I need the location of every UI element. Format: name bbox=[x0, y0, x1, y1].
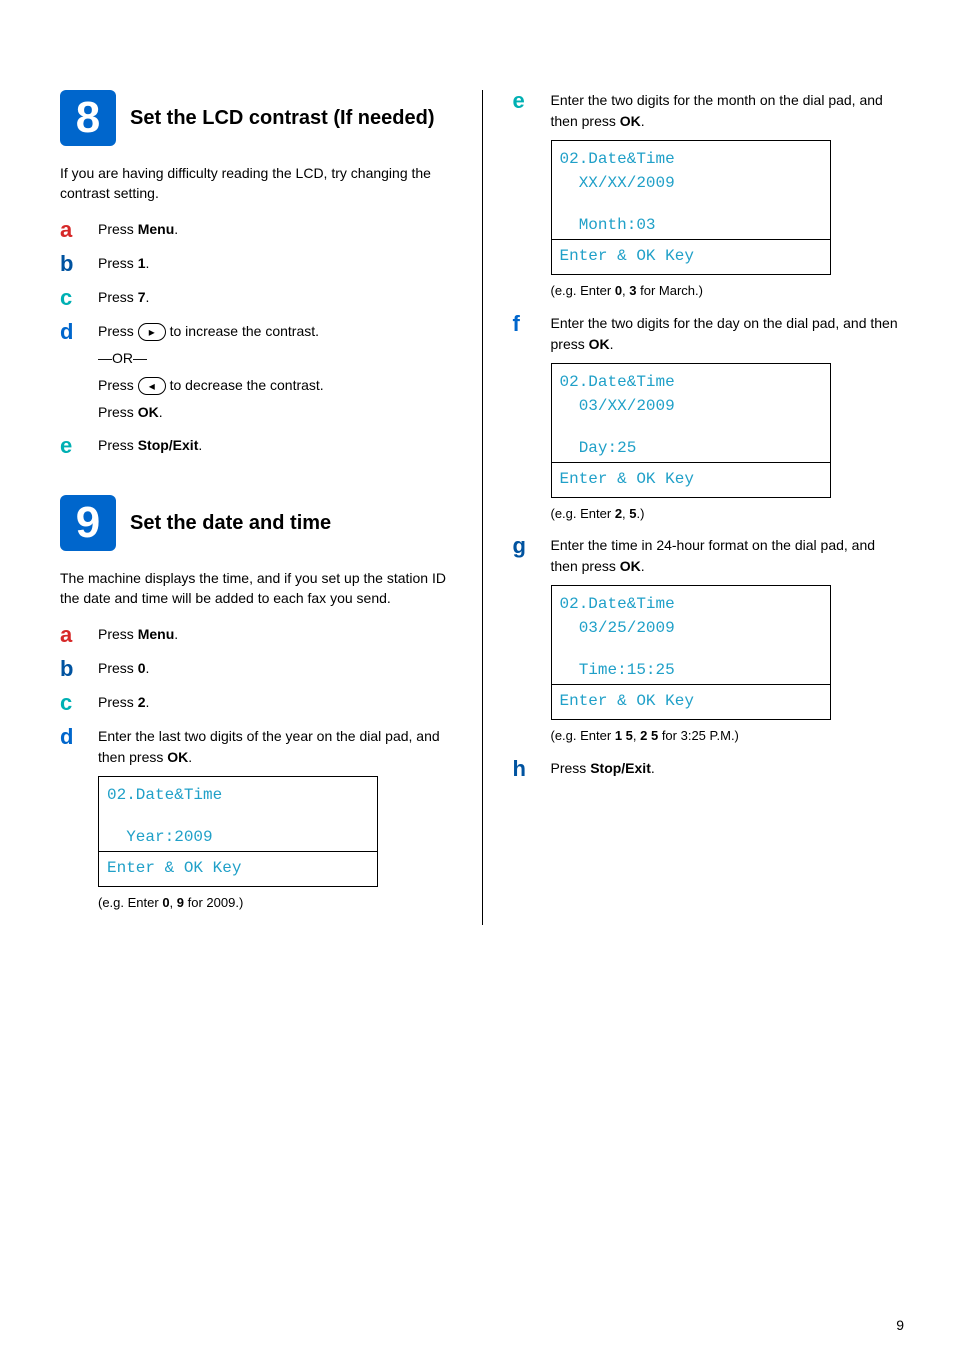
step-text: Press Stop/Exit. bbox=[551, 758, 905, 779]
step-letter: a bbox=[60, 219, 82, 241]
right-column: e Enter the two digits for the month on … bbox=[513, 90, 905, 925]
lcd-line: Enter & OK Key bbox=[99, 852, 377, 886]
step-text: Press 1. bbox=[98, 253, 452, 274]
section8-title: Set the LCD contrast (If needed) bbox=[130, 106, 434, 130]
step-text: Press 0. bbox=[98, 658, 452, 679]
step-letter: e bbox=[513, 90, 535, 112]
lcd-display: 02.Date&Time Year:2009 Enter & OK Key bbox=[98, 776, 378, 887]
press-ok: Press OK. bbox=[98, 402, 452, 423]
section9-header: 9 Set the date and time bbox=[60, 495, 452, 551]
s9-step-f: f Enter the two digits for the day on th… bbox=[513, 313, 905, 524]
s8-step-c: c Press 7. bbox=[60, 287, 452, 309]
step-letter: a bbox=[60, 624, 82, 646]
step-text: Enter the two digits for the day on the … bbox=[551, 313, 905, 355]
step-text: Enter the two digits for the month on th… bbox=[551, 90, 905, 132]
step-letter: c bbox=[60, 287, 82, 309]
section9-intro: The machine displays the time, and if yo… bbox=[60, 569, 452, 608]
column-divider bbox=[482, 90, 483, 925]
lcd-line: 02.Date&Time bbox=[560, 592, 822, 616]
step-text: Press Menu. bbox=[98, 624, 452, 645]
text-frag: Press bbox=[98, 377, 138, 393]
step-letter: g bbox=[513, 535, 535, 557]
lcd-line: Day:25 bbox=[560, 436, 822, 460]
step-note: (e.g. Enter 1 5, 2 5 for 3:25 P.M.) bbox=[551, 726, 905, 746]
s8-step-d: d Press ▸ to increase the contrast. —OR—… bbox=[60, 321, 452, 423]
lcd-line: Time:15:25 bbox=[560, 658, 822, 682]
lcd-display: 02.Date&Time 03/25/2009 Time:15:25 Enter… bbox=[551, 585, 831, 720]
text-frag: to increase the contrast. bbox=[166, 323, 319, 339]
section9-title: Set the date and time bbox=[130, 511, 331, 535]
step-letter: e bbox=[60, 435, 82, 457]
step-letter: d bbox=[60, 321, 82, 343]
or-text: —OR— bbox=[98, 348, 452, 369]
lcd-line: 03/25/2009 bbox=[560, 616, 822, 640]
step-text: Press Menu. bbox=[98, 219, 452, 240]
left-column: 8 Set the LCD contrast (If needed) If yo… bbox=[60, 90, 452, 925]
s8-step-e: e Press Stop/Exit. bbox=[60, 435, 452, 457]
step-letter: b bbox=[60, 253, 82, 275]
lcd-line: 02.Date&Time bbox=[560, 147, 822, 171]
step-note: (e.g. Enter 0, 9 for 2009.) bbox=[98, 893, 452, 913]
lcd-display: 02.Date&Time 03/XX/2009 Day:25 Enter & O… bbox=[551, 363, 831, 498]
lcd-line: 02.Date&Time bbox=[560, 370, 822, 394]
lcd-line: Enter & OK Key bbox=[552, 685, 830, 719]
step-text: Enter the time in 24-hour format on the … bbox=[551, 535, 905, 577]
lcd-line: Enter & OK Key bbox=[552, 463, 830, 497]
text-frag: Press bbox=[98, 323, 138, 339]
step-body: Enter the last two digits of the year on… bbox=[98, 726, 452, 913]
s8-step-b: b Press 1. bbox=[60, 253, 452, 275]
left-arrow-key: ◂ bbox=[138, 377, 166, 395]
step-text: Enter the last two digits of the year on… bbox=[98, 726, 452, 768]
step-text: Press 7. bbox=[98, 287, 452, 308]
lcd-line: 03/XX/2009 bbox=[560, 394, 822, 418]
s9-step-h: h Press Stop/Exit. bbox=[513, 758, 905, 780]
step-body: Enter the two digits for the month on th… bbox=[551, 90, 905, 301]
lcd-line: Enter & OK Key bbox=[552, 240, 830, 274]
lcd-line: 02.Date&Time bbox=[107, 783, 369, 807]
step-letter: b bbox=[60, 658, 82, 680]
s9-step-c: c Press 2. bbox=[60, 692, 452, 714]
lcd-line: Month:03 bbox=[560, 213, 822, 237]
step-text: Press ▸ to increase the contrast. —OR— P… bbox=[98, 321, 452, 423]
s9-step-g: g Enter the time in 24-hour format on th… bbox=[513, 535, 905, 746]
step-letter: f bbox=[513, 313, 535, 335]
step-body: Enter the two digits for the day on the … bbox=[551, 313, 905, 524]
step-note: (e.g. Enter 0, 3 for March.) bbox=[551, 281, 905, 301]
text-frag: to decrease the contrast. bbox=[166, 377, 324, 393]
step-text: Press Stop/Exit. bbox=[98, 435, 452, 456]
section8-badge: 8 bbox=[60, 90, 116, 146]
s8-step-a: a Press Menu. bbox=[60, 219, 452, 241]
section9-badge: 9 bbox=[60, 495, 116, 551]
step-letter: d bbox=[60, 726, 82, 748]
step-note: (e.g. Enter 2, 5.) bbox=[551, 504, 905, 524]
page-number: 9 bbox=[896, 1317, 904, 1333]
lcd-line: XX/XX/2009 bbox=[560, 171, 822, 195]
s9-step-b: b Press 0. bbox=[60, 658, 452, 680]
lcd-display: 02.Date&Time XX/XX/2009 Month:03 Enter &… bbox=[551, 140, 831, 275]
s9-step-d: d Enter the last two digits of the year … bbox=[60, 726, 452, 913]
section8-header: 8 Set the LCD contrast (If needed) bbox=[60, 90, 452, 146]
step-body: Enter the time in 24-hour format on the … bbox=[551, 535, 905, 746]
lcd-line: Year:2009 bbox=[107, 825, 369, 849]
right-arrow-key: ▸ bbox=[138, 323, 166, 341]
s9-step-e: e Enter the two digits for the month on … bbox=[513, 90, 905, 301]
step-letter: c bbox=[60, 692, 82, 714]
section8-intro: If you are having difficulty reading the… bbox=[60, 164, 452, 203]
step-text: Press 2. bbox=[98, 692, 452, 713]
step-letter: h bbox=[513, 758, 535, 780]
s9-step-a: a Press Menu. bbox=[60, 624, 452, 646]
